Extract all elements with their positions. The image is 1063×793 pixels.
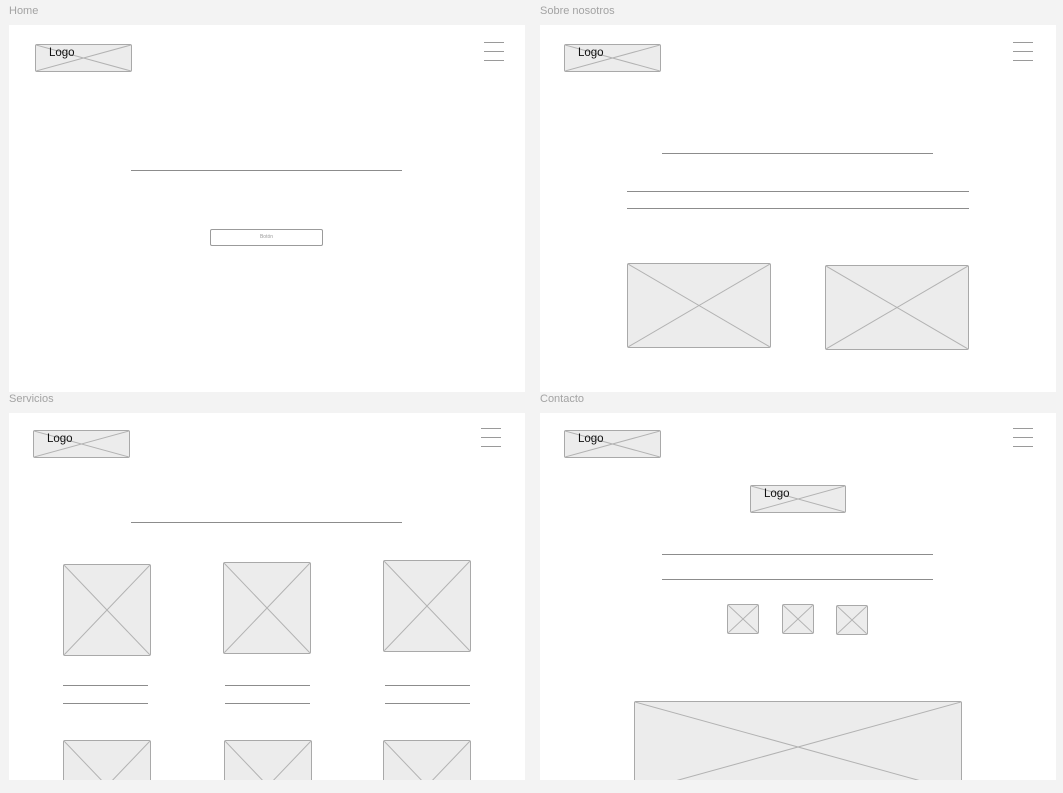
image-placeholder-icon	[225, 741, 311, 780]
image-placeholder-icon	[783, 605, 813, 633]
hamburger-menu-icon[interactable]	[481, 428, 501, 448]
frame-contacto: Logo Logo	[540, 413, 1056, 780]
service-image-placeholder	[383, 560, 471, 652]
frame-label-contacto: Contacto	[540, 393, 585, 405]
logo-placeholder[interactable]: Logo	[35, 44, 132, 72]
image-placeholder-icon	[628, 264, 770, 347]
social-icon-placeholder[interactable]	[836, 605, 868, 635]
service-image-placeholder	[224, 740, 312, 780]
logo-placeholder[interactable]: Logo	[564, 430, 661, 458]
image-placeholder-icon	[635, 702, 961, 780]
image-placeholder-icon	[224, 563, 310, 653]
heading-line-placeholder	[662, 153, 933, 154]
text-line-placeholder	[225, 703, 310, 704]
text-line-placeholder	[225, 685, 310, 686]
frame-home: Logo Botón	[9, 25, 525, 392]
image-placeholder-icon	[384, 741, 470, 780]
hamburger-menu-icon[interactable]	[1013, 42, 1033, 62]
service-image-placeholder	[63, 564, 151, 656]
frame-label-home: Home	[9, 5, 39, 17]
frame-label-sobre-nosotros: Sobre nosotros	[540, 5, 615, 17]
frame-servicios: Logo	[9, 413, 525, 780]
text-line-placeholder	[385, 703, 470, 704]
logo-text: Logo	[47, 433, 73, 445]
image-placeholder-icon	[64, 741, 150, 780]
image-placeholder-icon	[64, 565, 150, 655]
text-line-placeholder	[627, 191, 969, 192]
image-placeholder-icon	[728, 605, 758, 633]
service-image-placeholder	[63, 740, 151, 780]
logo-text: Logo	[49, 47, 75, 59]
image-placeholder-icon	[826, 266, 968, 349]
cta-button[interactable]: Botón	[210, 229, 323, 246]
heading-line-placeholder	[131, 522, 402, 523]
heading-line-placeholder	[131, 170, 402, 171]
image-placeholder	[825, 265, 969, 350]
text-line-placeholder	[662, 579, 933, 580]
frame-sobre-nosotros: Logo	[540, 25, 1056, 392]
map-image-placeholder	[634, 701, 962, 780]
service-image-placeholder	[383, 740, 471, 780]
logo-text: Logo	[764, 488, 790, 500]
social-icon-placeholder[interactable]	[782, 604, 814, 634]
logo-placeholder[interactable]: Logo	[564, 44, 661, 72]
image-placeholder-icon	[384, 561, 470, 651]
text-line-placeholder	[63, 703, 148, 704]
social-icon-placeholder[interactable]	[727, 604, 759, 634]
text-line-placeholder	[627, 208, 969, 209]
text-line-placeholder	[662, 554, 933, 555]
hamburger-menu-icon[interactable]	[1013, 428, 1033, 448]
logo-text: Logo	[578, 47, 604, 59]
service-image-placeholder	[223, 562, 311, 654]
logo-text: Logo	[578, 433, 604, 445]
image-placeholder-icon	[837, 606, 867, 634]
hamburger-menu-icon[interactable]	[484, 42, 504, 62]
logo-placeholder[interactable]: Logo	[33, 430, 130, 458]
center-logo-placeholder: Logo	[750, 485, 846, 513]
frame-label-servicios: Servicios	[9, 393, 54, 405]
text-line-placeholder	[63, 685, 148, 686]
image-placeholder	[627, 263, 771, 348]
text-line-placeholder	[385, 685, 470, 686]
